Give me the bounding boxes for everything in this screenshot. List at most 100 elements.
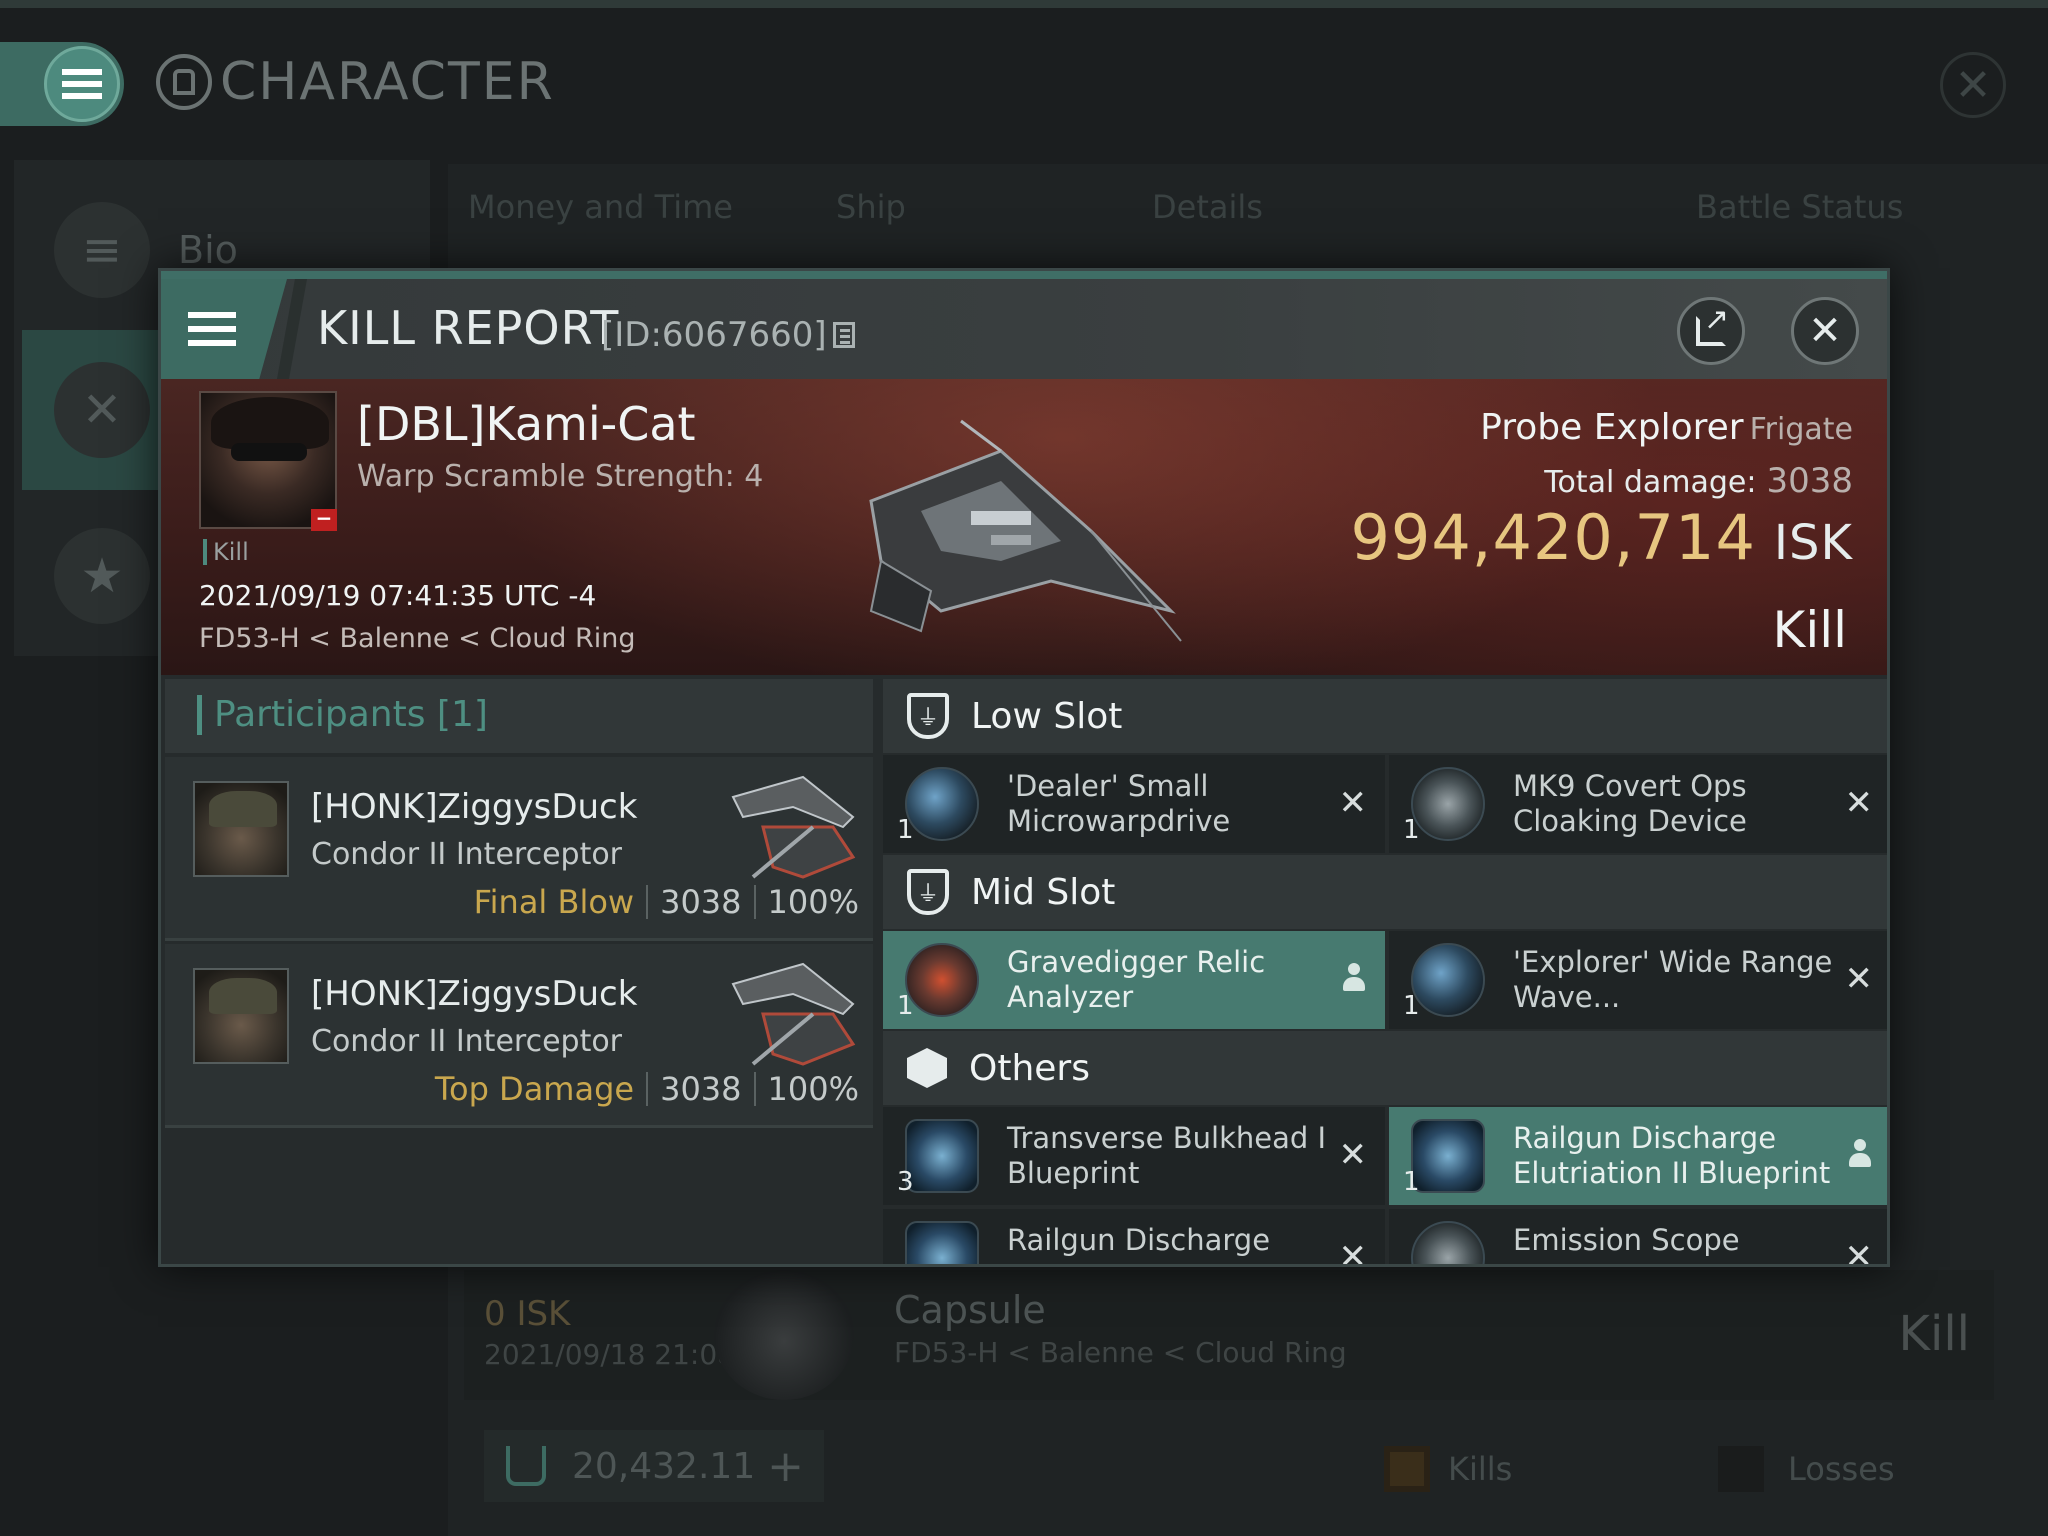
- add-funds-button[interactable]: +: [767, 1441, 804, 1492]
- fitting-item[interactable]: 1 'Explorer' Wide Range Wave... ✕: [1389, 931, 1887, 1029]
- participant-damage: 3038: [660, 1070, 742, 1108]
- top-bar: [0, 0, 2048, 8]
- mid-slot-title: Mid Slot: [971, 871, 1116, 913]
- participant-role: Top Damage: [434, 1070, 635, 1108]
- kill-id[interactable]: [ID:6067660]: [601, 315, 855, 355]
- participant-avatar[interactable]: [193, 968, 289, 1064]
- kill-result: Kill: [1772, 601, 1847, 659]
- tab-battle-status[interactable]: Battle Status: [1696, 188, 1903, 226]
- participant-avatar[interactable]: [193, 781, 289, 877]
- crossed-swords-icon: ✕: [54, 362, 150, 458]
- emission-scope-icon: [1411, 1221, 1485, 1264]
- fitting-item[interactable]: 1 MK9 Covert Ops Cloaking Device ✕: [1389, 755, 1887, 853]
- victim-banner: − [DBL]Kami-Cat Warp Scramble Strength: …: [161, 379, 1887, 675]
- share-icon: [1696, 302, 1729, 346]
- victim-ship: Probe Explorer Frigate: [1480, 407, 1853, 448]
- hamburger-icon: [62, 69, 102, 99]
- participant-row[interactable]: [HONK]ZiggysDuck Condor II Interceptor T…: [165, 944, 873, 1128]
- fitting-item[interactable]: 1 Railgun Discharge Elutriation II Bluep…: [1389, 1107, 1887, 1205]
- participant-ship-image: [731, 962, 856, 1066]
- low-slot-header: ⏚ Low Slot: [883, 679, 1887, 753]
- destroyed-icon: ✕: [1338, 1237, 1368, 1267]
- destroyed-icon: ✕: [1338, 783, 1368, 823]
- kill-datetime: 2021/09/19 07:41:35 UTC -4: [199, 579, 597, 612]
- item-quantity: 1: [1403, 991, 1420, 1021]
- kill-id-text: [ID:6067660]: [601, 315, 827, 355]
- participant-percent: 100%: [767, 883, 859, 921]
- destroyed-icon: ✕: [1844, 783, 1874, 823]
- kill-list-item[interactable]: 0 ISK 2021/09/18 21:08:40 Capsule FD53-H…: [464, 1270, 1994, 1400]
- close-icon: ✕: [1808, 308, 1842, 354]
- item-name: 'Explorer' Wide Range Wave...: [1513, 945, 1833, 1014]
- participants-title: Participants [1]: [197, 695, 488, 735]
- low-slot-icon: ⏚: [907, 693, 949, 739]
- main-menu-button[interactable]: [44, 46, 120, 122]
- fitting-item[interactable]: Emission Scope ✕: [1389, 1209, 1887, 1264]
- participant-damage: 3038: [660, 883, 742, 921]
- total-damage-value: 3038: [1766, 461, 1853, 501]
- participant-row[interactable]: [HONK]ZiggysDuck Condor II Interceptor F…: [165, 757, 873, 941]
- victim-name[interactable]: [DBL]Kami-Cat: [357, 397, 696, 451]
- item-name: Emission Scope: [1513, 1223, 1740, 1257]
- low-slot-title: Low Slot: [971, 695, 1123, 737]
- item-quantity: 1: [897, 815, 914, 845]
- modal-close-button[interactable]: ✕: [1791, 297, 1859, 365]
- fitting-item[interactable]: Railgun Discharge ✕: [883, 1209, 1385, 1267]
- item-name: MK9 Covert Ops Cloaking Device: [1513, 769, 1747, 838]
- screen-close-button[interactable]: ✕: [1940, 52, 2006, 118]
- victim-ship-name[interactable]: Probe Explorer: [1480, 407, 1743, 448]
- item-name: Railgun Discharge Elutriation II Bluepri…: [1513, 1121, 1831, 1190]
- participant-stats: Final Blow 3038 100%: [474, 883, 859, 921]
- scanner-icon: [1411, 943, 1485, 1017]
- kill-location: FD53-H < Balenne < Cloud Ring: [199, 623, 636, 654]
- participant-ship: Condor II Interceptor: [311, 837, 623, 872]
- kill-isk: 0 ISK: [484, 1294, 571, 1334]
- kills-legend-label: Kills: [1448, 1450, 1513, 1488]
- screen-title-text: CHARACTER: [220, 52, 555, 112]
- item-name: Railgun Discharge: [1007, 1223, 1271, 1257]
- close-icon: ✕: [1954, 59, 1992, 111]
- tab-details[interactable]: Details: [1152, 188, 1263, 226]
- participants-panel: Participants [1] [HONK]ZiggysDuck Condor…: [165, 679, 873, 1264]
- item-name: 'Dealer' Small Microwarpdrive: [1007, 769, 1231, 838]
- share-button[interactable]: [1677, 297, 1745, 365]
- item-name: Transverse Bulkhead I Blueprint: [1007, 1121, 1327, 1190]
- item-name: Gravedigger Relic Analyzer: [1007, 945, 1266, 1014]
- fitting-item[interactable]: 1 'Dealer' Small Microwarpdrive ✕: [883, 755, 1385, 853]
- modal-accent: [161, 271, 1887, 279]
- fitting-item[interactable]: 3 Transverse Bulkhead I Blueprint ✕: [883, 1107, 1385, 1205]
- item-quantity: 1: [897, 991, 914, 1021]
- cube-icon: [907, 1048, 947, 1088]
- item-quantity: 1: [1403, 1167, 1420, 1197]
- hamburger-icon: [188, 312, 236, 346]
- security-minus-icon: −: [311, 508, 337, 531]
- capsule-image: [714, 1270, 854, 1400]
- destroyed-icon: ✕: [1338, 1135, 1368, 1175]
- kill-tag: Kill: [203, 539, 249, 565]
- kill-location: FD53-H < Balenne < Cloud Ring: [894, 1336, 1347, 1369]
- losses-legend-label: Losses: [1788, 1450, 1895, 1488]
- isk-value: 994,420,714 ISK: [1350, 501, 1853, 574]
- copy-icon[interactable]: [832, 322, 855, 348]
- star-icon: ★: [54, 528, 150, 624]
- sidebar-item-label: Bio: [178, 228, 238, 272]
- participant-stats: Top Damage 3038 100%: [435, 1070, 859, 1108]
- blueprint-icon: [1411, 1119, 1485, 1193]
- wallet-icon: [506, 1446, 546, 1486]
- participant-name[interactable]: [HONK]ZiggysDuck: [311, 974, 637, 1014]
- cloaking-device-icon: [1411, 767, 1485, 841]
- modal-menu-button[interactable]: [161, 279, 287, 379]
- participant-role: Final Blow: [473, 883, 635, 921]
- victim-ship-class: Frigate: [1749, 412, 1853, 447]
- dropped-icon: [1849, 1139, 1871, 1169]
- tab-ship[interactable]: Ship: [836, 188, 906, 226]
- losses-legend-swatch: [1718, 1446, 1764, 1492]
- item-quantity: 3: [897, 1167, 914, 1197]
- dropped-icon: [1343, 963, 1365, 993]
- victim-ship-image: [869, 419, 1182, 642]
- others-title: Others: [969, 1047, 1090, 1089]
- fitting-item[interactable]: 1 Gravedigger Relic Analyzer: [883, 931, 1385, 1029]
- tab-money-and-time[interactable]: Money and Time: [468, 188, 733, 226]
- participant-name[interactable]: [HONK]ZiggysDuck: [311, 787, 637, 827]
- mid-slot-icon: ⏚: [907, 869, 949, 915]
